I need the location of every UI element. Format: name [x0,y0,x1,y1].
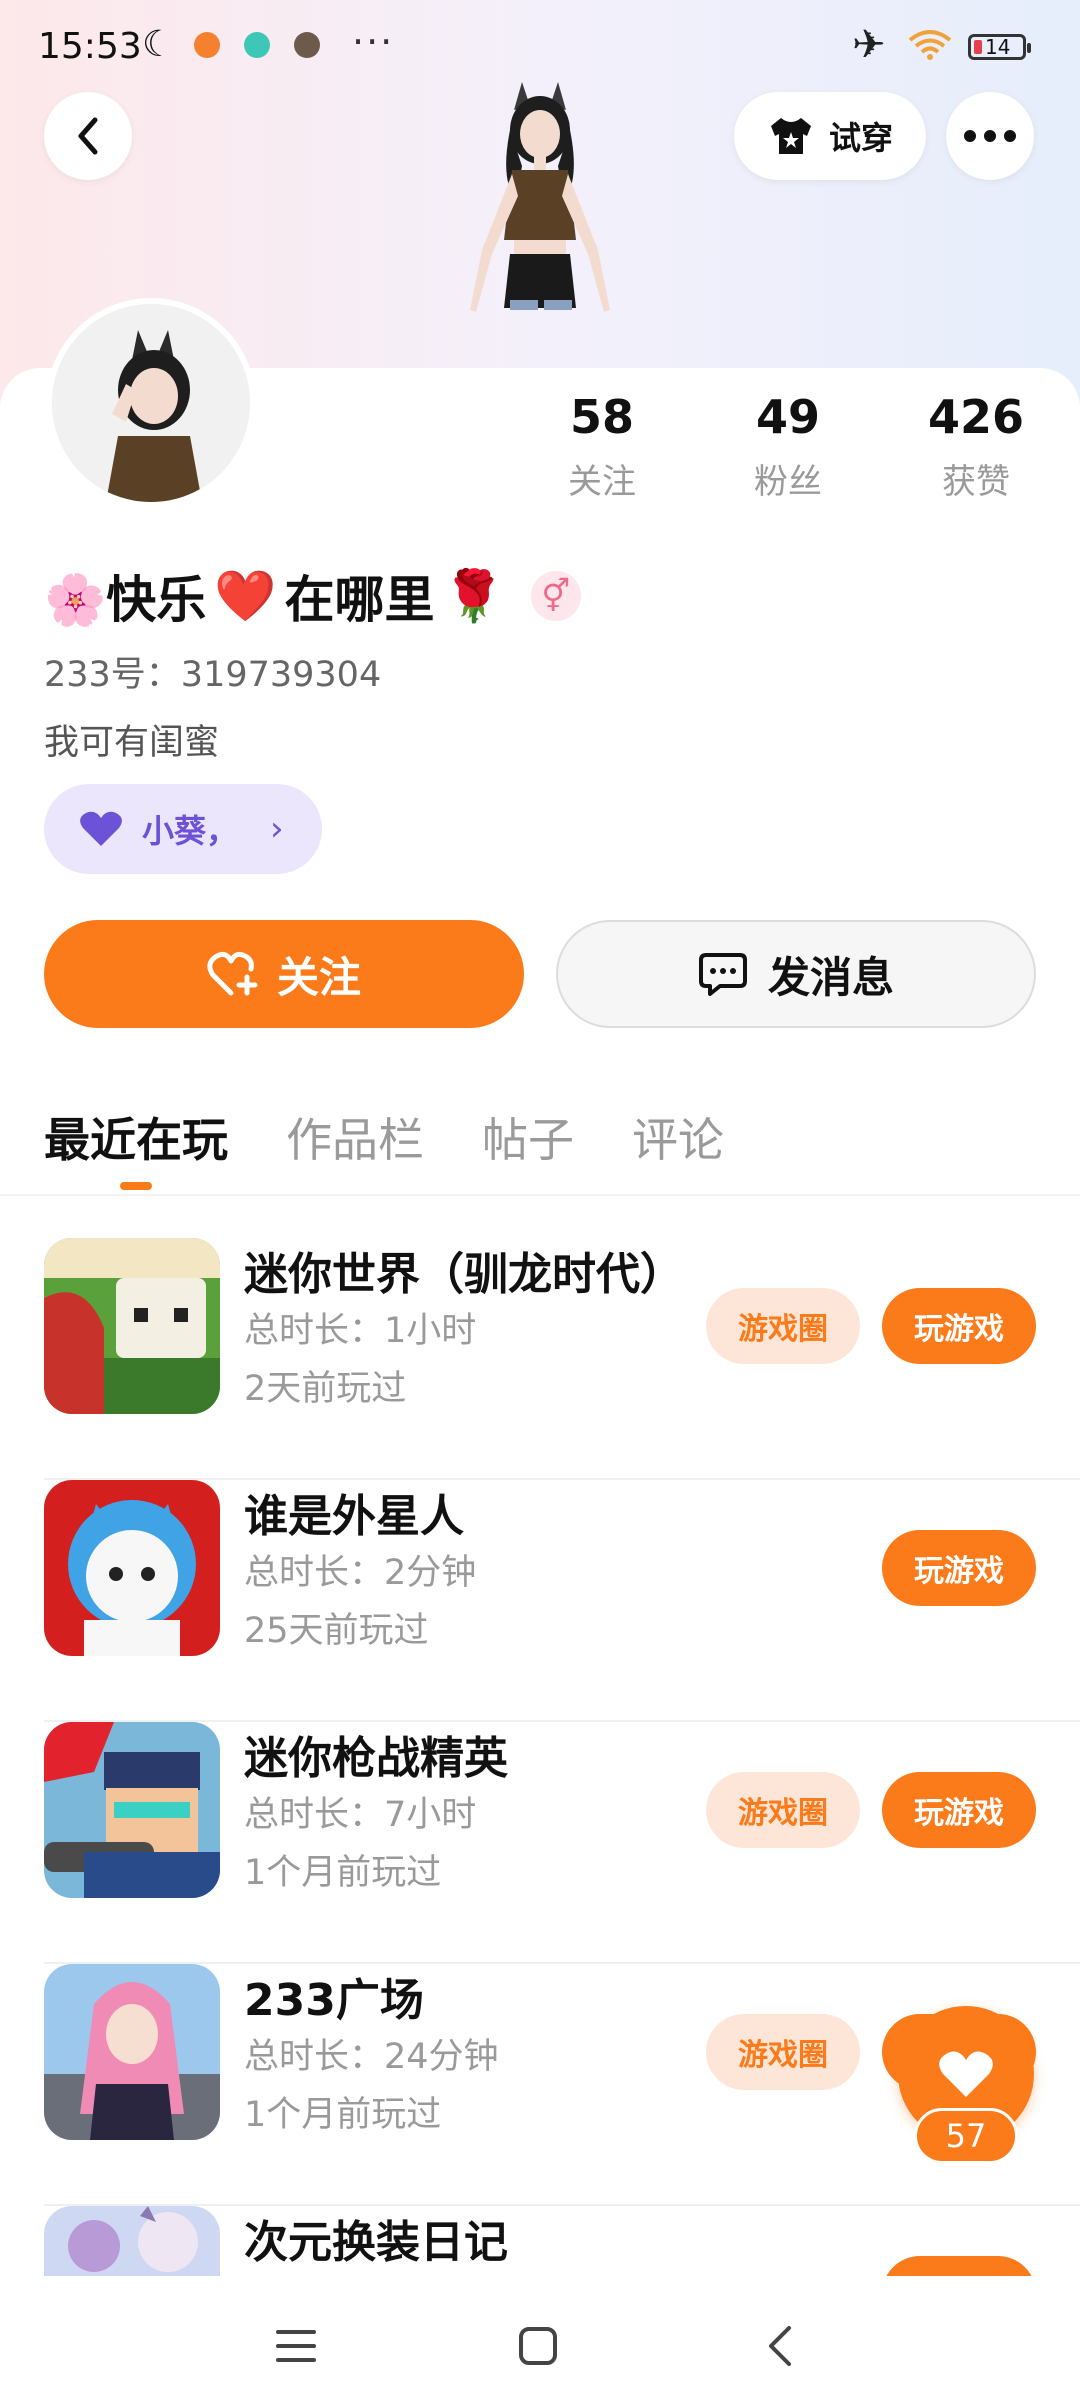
tab-comments[interactable]: 评论 [632,1104,724,1170]
game-row[interactable]: 迷你枪战精英 总时长：7小时 1个月前玩过 游戏圈 玩游戏 [44,1722,1080,1964]
shield-app-icon [194,32,220,58]
game-name: 233广场 [244,1975,424,2026]
tab-posts[interactable]: 帖子 [482,1104,574,1170]
heart-icon [80,811,122,846]
tab-works[interactable]: 作品栏 [286,1104,424,1170]
stat-fans[interactable]: 49 粉丝 [708,390,868,503]
game-row[interactable]: 谁是外星人 总时长：2分钟 25天前玩过 玩游戏 [44,1480,1080,1722]
game-last-played: 1个月前玩过 [244,2095,442,2135]
game-last-played: 25天前玩过 [244,1611,429,1651]
game-name: 迷你枪战精英 [244,1733,508,1784]
stat-following[interactable]: 58 关注 [522,390,682,503]
game-name: 谁是外星人 [244,1491,464,1542]
status-time: 15:53 [38,26,142,67]
fans-label: 粉丝 [754,462,822,502]
play-game-button[interactable]: 玩游戏 [882,1288,1036,1364]
avatar-portrait [52,304,250,502]
back-triangle-icon [769,2326,791,2366]
heart-plus-icon [207,951,258,996]
tabs-divider [0,1194,1080,1196]
game-circle-button[interactable]: 游戏圈 [706,1772,860,1848]
avatar-3d-figure [470,82,610,312]
likes-label: 获赞 [942,462,1010,502]
status-more-icon: ··· [352,20,395,64]
bestie-name: 小葵， [142,812,239,850]
game-total-time: 总时长：2分钟 [244,1553,477,1593]
play-game-button[interactable]: 玩游戏 [882,1772,1036,1848]
back-nav-button[interactable] [750,2316,810,2376]
play-game-button[interactable]: 玩游戏 [882,1530,1036,1606]
tshirt-icon [770,118,811,154]
game-circle-button[interactable]: 游戏圈 [706,2014,860,2090]
moon-icon: ☾ [142,24,175,65]
tab-recently-played[interactable]: 最近在玩 [44,1104,228,1190]
send-message-button[interactable]: 发消息 [556,920,1036,1028]
game-total-time: 总时长：7小时 [244,1795,477,1835]
game-icon-mini-world-dragon [44,1238,220,1414]
game-icon-who-is-alien [44,1480,220,1656]
heart-icon [939,2051,993,2097]
game-app-icon [294,32,320,58]
game-total-time: 总时长：1小时 [244,1311,477,1351]
fans-count: 49 [755,390,820,444]
game-icon-233-square [44,1964,220,2140]
flower-app-icon [244,32,270,58]
like-count: 57 [914,2108,1018,2164]
nickname-prefix: 🌸快乐 [44,571,207,629]
following-count: 58 [569,390,634,444]
stat-likes[interactable]: 426 获赞 [896,390,1056,503]
likes-count: 426 [927,390,1025,444]
game-row[interactable]: 次元换装日记 [44,2206,1080,2276]
chat-icon [698,953,747,996]
nickname-heart: ❤️ [214,566,277,625]
home-button[interactable] [508,2316,568,2376]
game-circle-button[interactable]: 游戏圈 [706,1288,860,1364]
bio: 我可有闺蜜 [44,723,220,763]
game-icon-mini-gun-war [44,1722,220,1898]
system-navigation-bar [0,2276,1080,2408]
menu-icon [276,2330,316,2362]
avatar[interactable] [46,298,256,508]
user-id[interactable]: 233号：319739304 [44,646,381,697]
nickname: 🌸快乐 ❤️ 在哪里 🌹 ⚥ [44,560,581,632]
wifi-icon [908,30,952,60]
game-row[interactable]: 迷你世界（驯龙时代） 总时长：1小时 2天前玩过 游戏圈 玩游戏 [44,1238,1080,1480]
battery-level: 14 [985,35,1011,59]
game-last-played: 2天前玩过 [244,1369,407,1409]
battery-icon: 14 [968,34,1031,60]
more-options-button[interactable] [946,92,1034,180]
nickname-suffix: 🌹 [442,566,505,625]
game-name: 次元换装日记 [244,2217,508,2268]
game-name: 迷你世界（驯龙时代） [244,1249,684,1300]
profile-tabs: 最近在玩 作品栏 帖子 评论 [44,1104,724,1190]
back-button[interactable] [44,92,132,180]
game-total-time: 总时长：24分钟 [244,2037,499,2077]
more-icon [964,130,1016,142]
chevron-left-icon [78,117,98,155]
game-icon-dress-up-diary [44,2206,220,2276]
send-message-label: 发消息 [767,952,894,1002]
nickname-middle: 在哪里 [284,571,435,629]
follow-label: 关注 [276,952,361,1002]
play-game-button[interactable] [882,2256,1036,2276]
chevron-right-icon: › [270,809,284,849]
home-square-icon [519,2327,557,2365]
following-label: 关注 [568,462,636,502]
game-last-played: 1个月前玩过 [244,1853,442,1893]
airplane-icon: ✈ [852,22,886,68]
menu-button[interactable] [266,2316,326,2376]
gender-icon: ⚥ [530,571,581,621]
try-on-button[interactable]: 试穿 [734,92,926,180]
try-on-label: 试穿 [828,119,893,157]
bestie-tag[interactable]: 小葵， › [44,784,322,874]
follow-button[interactable]: 关注 [44,920,524,1028]
